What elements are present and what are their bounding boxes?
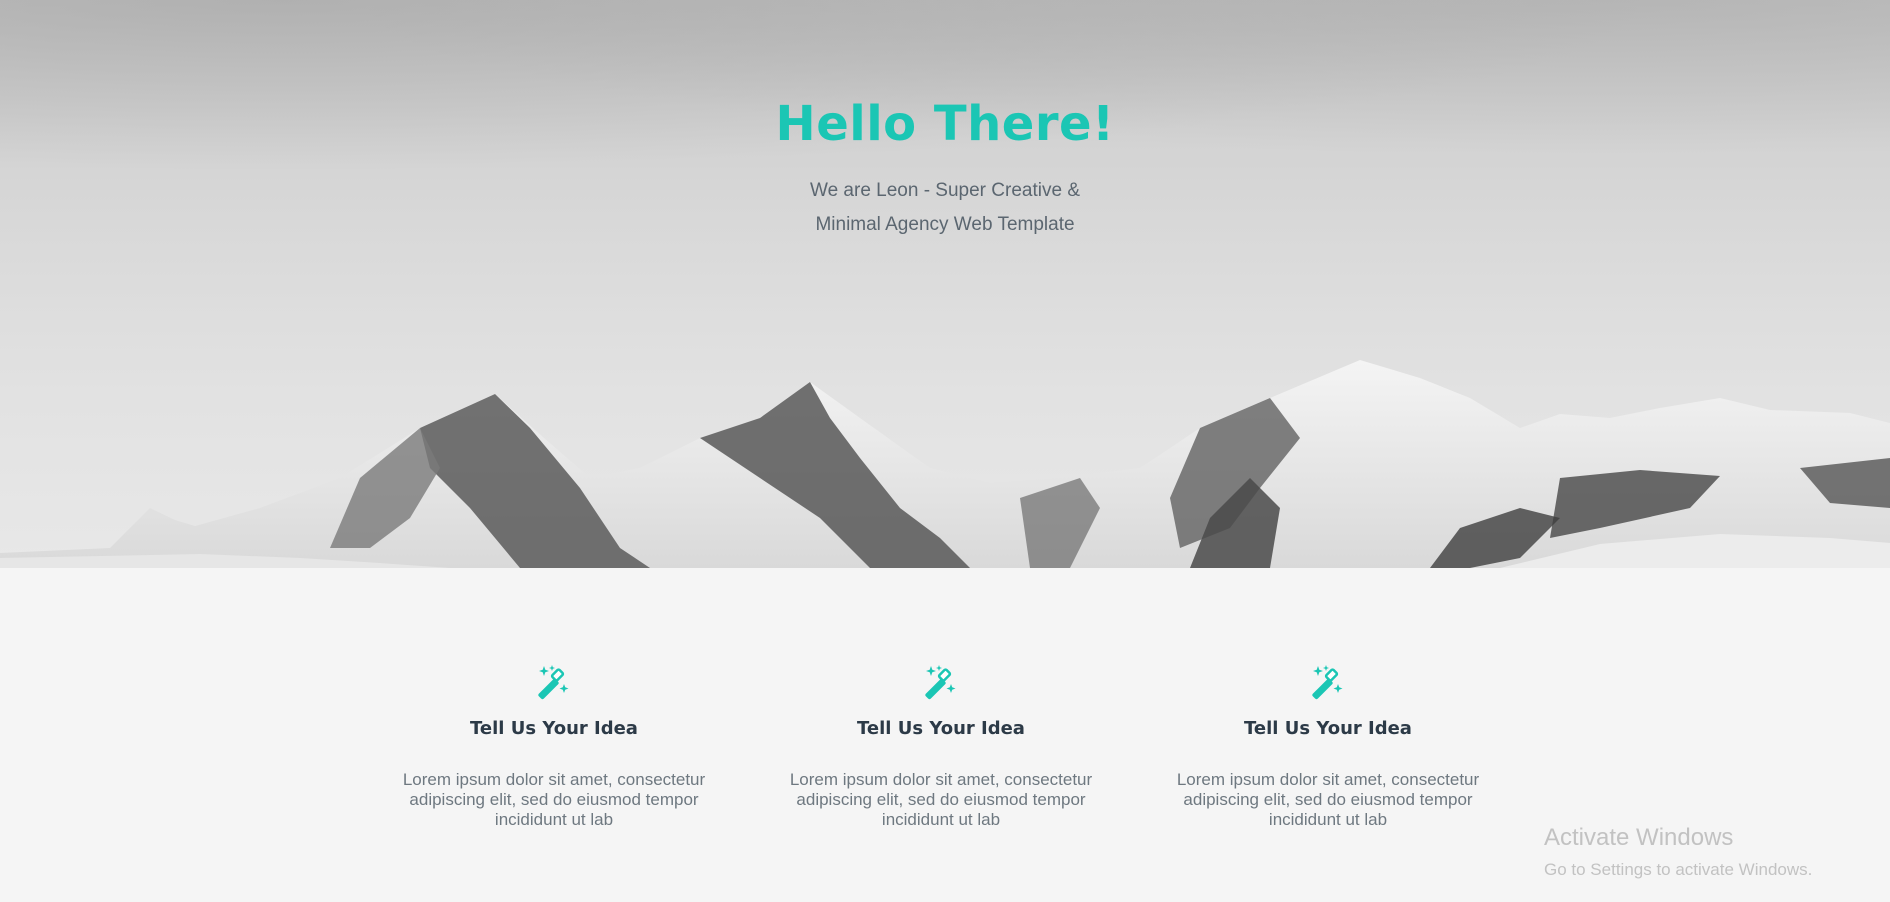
magic-wand-icon	[925, 665, 956, 700]
feature-text: Lorem ipsum dolor sit amet, consectetur …	[402, 770, 706, 829]
watermark-title: Activate Windows	[1544, 824, 1734, 851]
feature-card: Tell Us Your Idea Lorem ipsum dolor sit …	[771, 664, 1111, 830]
watermark-subtitle: Go to Settings to activate Windows.	[1544, 860, 1813, 879]
mountain-range-image	[0, 360, 1890, 568]
hero-title: Hello There!	[775, 96, 1115, 152]
hero-subtitle-line1: We are Leon - Super Creative &	[809, 180, 1080, 201]
hero-subtitle: We are Leon - Super Creative & Minimal A…	[0, 174, 1890, 242]
feature-text: Lorem ipsum dolor sit amet, consectetur …	[1176, 770, 1480, 829]
feature-title: Tell Us Your Idea	[857, 718, 1025, 739]
feature-title: Tell Us Your Idea	[1244, 718, 1412, 739]
hero-section: Hello There! We are Leon - Super Creativ…	[0, 0, 1890, 568]
feature-title: Tell Us Your Idea	[470, 718, 638, 739]
feature-card: Tell Us Your Idea Lorem ipsum dolor sit …	[384, 664, 724, 830]
feature-text: Lorem ipsum dolor sit amet, consectetur …	[789, 770, 1093, 829]
activate-windows-watermark: Activate Windows Go to Settings to activ…	[1544, 824, 1812, 880]
feature-card: Tell Us Your Idea Lorem ipsum dolor sit …	[1158, 664, 1498, 830]
magic-wand-icon	[538, 665, 569, 700]
hero-subtitle-line2: Minimal Agency Web Template	[815, 214, 1075, 235]
magic-wand-icon	[1312, 665, 1343, 700]
